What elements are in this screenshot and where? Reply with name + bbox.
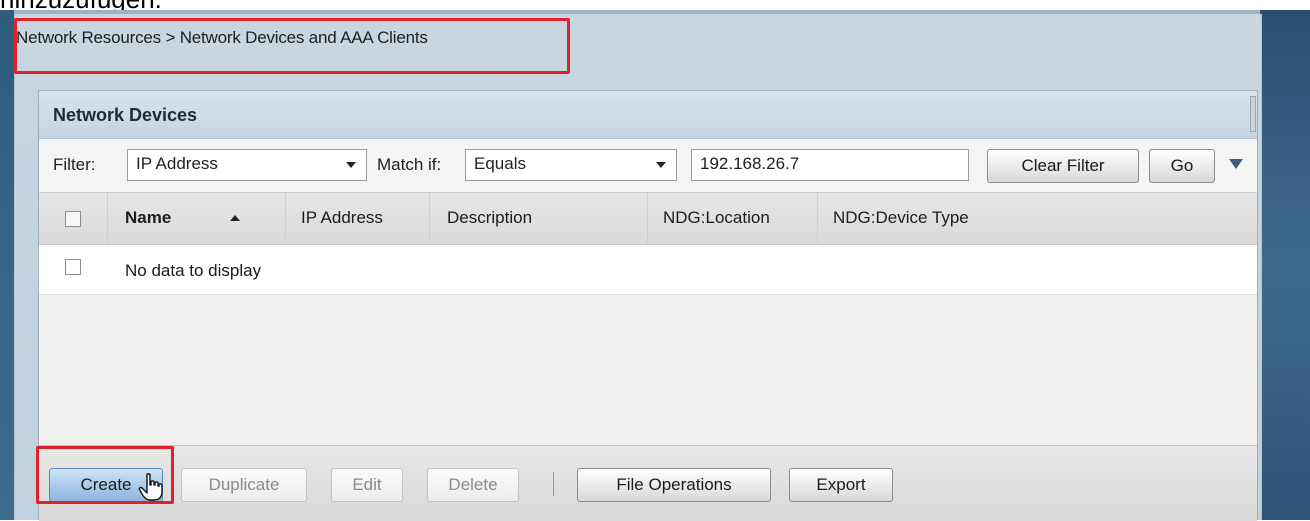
select-all-checkbox[interactable] bbox=[65, 211, 81, 227]
breadcrumb-highlight-box bbox=[14, 18, 570, 74]
go-button[interactable]: Go bbox=[1149, 149, 1215, 183]
filter-bar: Filter: IP Address Match if: Equals 192.… bbox=[39, 139, 1257, 193]
column-divider bbox=[817, 193, 818, 245]
empty-table-message: No data to display bbox=[125, 261, 262, 280]
column-header-ndg-location[interactable]: NDG:Location bbox=[663, 208, 770, 228]
edit-button[interactable]: Edit bbox=[331, 468, 403, 502]
column-divider bbox=[107, 193, 108, 245]
row-checkbox[interactable] bbox=[65, 259, 81, 275]
panel-title: Network Devices bbox=[53, 105, 198, 125]
delete-button[interactable]: Delete bbox=[427, 468, 519, 502]
hand-pointer-icon bbox=[138, 473, 163, 501]
clear-filter-button[interactable]: Clear Filter bbox=[987, 149, 1139, 183]
filter-options-dropdown-icon[interactable] bbox=[1229, 159, 1243, 169]
column-header-description[interactable]: Description bbox=[447, 208, 532, 228]
column-divider bbox=[429, 193, 430, 245]
column-divider bbox=[285, 193, 286, 245]
filter-field-value: IP Address bbox=[136, 154, 218, 173]
chevron-down-icon bbox=[656, 162, 666, 168]
app-background-right-edge bbox=[1260, 10, 1310, 520]
file-operations-button[interactable]: File Operations bbox=[577, 468, 771, 502]
column-header-ndg-device-type[interactable]: NDG:Device Type bbox=[833, 208, 969, 228]
match-operator-value: Equals bbox=[474, 154, 526, 173]
column-header-ip-address[interactable]: IP Address bbox=[301, 208, 383, 228]
filter-field-select[interactable]: IP Address bbox=[127, 149, 367, 181]
filter-label: Filter: bbox=[53, 155, 96, 174]
network-devices-panel: Network Devices Filter: IP Address Match… bbox=[38, 90, 1258, 521]
panel-header: Network Devices bbox=[39, 91, 1257, 139]
column-divider bbox=[647, 193, 648, 245]
filter-value-input[interactable]: 192.168.26.7 bbox=[691, 149, 969, 181]
table-row: No data to display bbox=[39, 245, 1257, 295]
export-button[interactable]: Export bbox=[789, 468, 893, 502]
match-if-label: Match if: bbox=[377, 155, 442, 174]
table-empty-area bbox=[39, 295, 1257, 445]
sort-ascending-icon bbox=[230, 215, 240, 221]
panel-resize-handle[interactable] bbox=[1250, 96, 1256, 132]
action-toolbar: Create Duplicate Edit Delete File Operat… bbox=[39, 445, 1257, 521]
chevron-down-icon bbox=[346, 162, 356, 168]
column-header-name[interactable]: Name bbox=[125, 208, 171, 228]
table-header: Name IP Address Description NDG:Location… bbox=[39, 193, 1257, 245]
duplicate-button[interactable]: Duplicate bbox=[181, 468, 307, 502]
match-operator-select[interactable]: Equals bbox=[465, 149, 677, 181]
toolbar-divider bbox=[553, 472, 554, 496]
app-background-left-edge bbox=[0, 10, 14, 520]
filter-value-text: 192.168.26.7 bbox=[700, 154, 800, 173]
